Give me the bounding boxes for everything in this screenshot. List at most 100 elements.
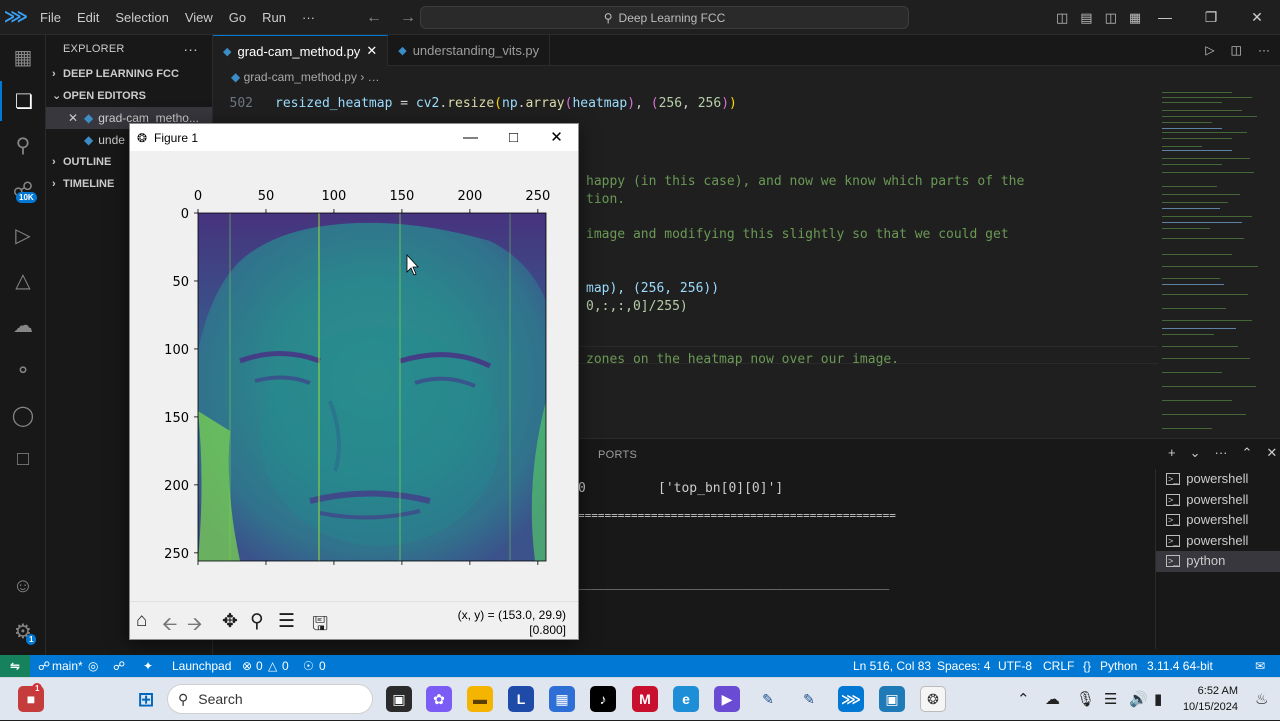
ports-count[interactable]: 0	[319, 655, 326, 677]
pen-app-2-icon[interactable]: ✎	[796, 686, 822, 712]
launchpad-button[interactable]: Launchpad	[172, 655, 231, 677]
notification-bell-icon[interactable]: ♨	[1255, 678, 1268, 721]
tab-grad-cam-method[interactable]: ◆ grad-cam_method.py ✕	[213, 35, 389, 66]
close-icon[interactable]: ✕	[1234, 0, 1280, 35]
minimap[interactable]	[1158, 88, 1280, 438]
matplotlib-taskbar-icon[interactable]: ❂	[920, 686, 946, 712]
customize-layout-icon[interactable]: ▦	[1129, 0, 1141, 35]
cursor-position[interactable]: Ln 516, Col 83	[853, 655, 931, 677]
run-debug-icon[interactable]: ▷	[0, 215, 46, 255]
python-interpreter[interactable]: 3.11.4 64-bit	[1147, 655, 1213, 677]
command-center-search[interactable]: ⚲ Deep Learning FCC	[420, 6, 909, 29]
maximize-icon[interactable]: □	[492, 124, 535, 151]
warning-count[interactable]: 0	[282, 655, 289, 677]
microphone-icon[interactable]: 🎙	[1076, 678, 1095, 721]
store-icon[interactable]: ▦	[549, 686, 575, 712]
menu-file[interactable]: File	[32, 0, 69, 35]
notifications-icon[interactable]: ✉	[1255, 655, 1265, 677]
back-arrow-icon[interactable]: ←	[366, 0, 382, 35]
heatmap-plot[interactable]: 0 50 100 150 200 250 0 50 100 150 200 250	[130, 151, 578, 601]
error-count[interactable]: 0	[256, 655, 263, 677]
remote-indicator-icon[interactable]: ⇋	[0, 655, 30, 677]
more-actions-icon[interactable]: ···	[183, 35, 198, 63]
end-of-line[interactable]: CRLF	[1043, 655, 1074, 677]
battery-icon[interactable]: ▮	[1154, 678, 1162, 721]
tiktok-icon[interactable]: ♪	[590, 686, 616, 712]
system-clock[interactable]: 6:52 AM 10/15/2024	[1183, 683, 1238, 715]
onedrive-icon[interactable]: ☁	[1045, 678, 1060, 721]
minimize-icon[interactable]: —	[1142, 0, 1188, 35]
close-tab-icon[interactable]: ✕	[366, 43, 377, 59]
menu-go[interactable]: Go	[221, 0, 254, 35]
save-icon[interactable]: 🖫	[312, 610, 328, 642]
clipchamp-icon[interactable]: ▶	[714, 686, 740, 712]
breadcrumb-symbol[interactable]: › …	[360, 70, 379, 84]
language-mode[interactable]: Python	[1100, 655, 1137, 677]
menu-more[interactable]: ···	[294, 0, 323, 35]
menu-selection[interactable]: Selection	[107, 0, 176, 35]
git-graph-status-icon[interactable]: ☍	[113, 655, 125, 677]
section-open-editors[interactable]: ⌄ OPEN EDITORS	[46, 85, 212, 107]
indentation[interactable]: Spaces: 4	[937, 655, 990, 677]
restore-icon[interactable]: ❐	[1188, 0, 1234, 35]
section-project[interactable]: › DEEP LEARNING FCC	[46, 63, 212, 85]
git-graph-icon[interactable]: ⚬	[0, 350, 46, 390]
tab-understanding-vits[interactable]: ◆ understanding_vits.py	[388, 35, 551, 66]
file-encoding[interactable]: UTF-8	[998, 655, 1032, 677]
remote-explorer-icon[interactable]: ◯	[0, 395, 46, 435]
toggle-secondary-sidebar-icon[interactable]: ◫	[1105, 0, 1117, 35]
windows-start-icon[interactable]: ⊞	[133, 686, 159, 712]
configure-subplots-icon[interactable]: ☰	[278, 610, 295, 633]
terminal-item-python[interactable]: >_ python	[1156, 551, 1280, 572]
forward-icon[interactable]: 🡪	[187, 610, 202, 642]
figure-title-bar[interactable]: ❂ Figure 1 — □ ✕	[130, 124, 578, 151]
source-control-icon[interactable]: ☍	[0, 169, 46, 209]
menu-run[interactable]: Run	[254, 0, 294, 35]
close-icon[interactable]: ✕	[535, 124, 578, 151]
account-icon[interactable]: ☺	[0, 566, 46, 606]
pen-app-icon[interactable]: ✎	[755, 686, 781, 712]
forward-arrow-icon[interactable]: →	[400, 0, 416, 35]
edge-icon[interactable]: e	[673, 686, 699, 712]
task-view-icon[interactable]: ▣	[386, 686, 412, 712]
split-editor-icon[interactable]: ◫	[1231, 35, 1242, 66]
maximize-panel-icon[interactable]: ⌃	[1242, 445, 1253, 461]
toggle-panel-icon[interactable]: ▤	[1080, 0, 1092, 35]
git-branch[interactable]: main*	[52, 655, 83, 677]
breadcrumb-file[interactable]: grad-cam_method.py	[244, 70, 357, 84]
new-terminal-icon[interactable]: +	[1168, 445, 1176, 461]
search-icon[interactable]: ⚲	[0, 125, 46, 165]
screen-app-icon[interactable]: ▣	[879, 686, 905, 712]
run-python-icon[interactable]: ▷	[1205, 35, 1214, 66]
settings-gear-icon[interactable]: ⚙	[0, 611, 46, 651]
minimize-icon[interactable]: —	[449, 124, 492, 151]
terminal-item-powershell[interactable]: >_ powershell	[1156, 469, 1280, 490]
explorer-icon[interactable]: ❏	[0, 81, 46, 121]
toggle-sidebar-icon[interactable]: ◫	[1056, 0, 1068, 35]
wifi-icon[interactable]: ☰	[1104, 678, 1117, 721]
menu-edit[interactable]: Edit	[69, 0, 107, 35]
close-editor-icon[interactable]: ✕	[68, 107, 84, 129]
copilot-icon[interactable]: ✿	[426, 686, 452, 712]
terminal-item-powershell[interactable]: >_ powershell	[1156, 510, 1280, 531]
back-icon[interactable]: 🡨	[162, 610, 177, 642]
chevron-up-icon[interactable]: ⌃	[1017, 678, 1030, 721]
tab-ports[interactable]: PORTS	[598, 449, 637, 461]
chevron-down-icon[interactable]: ⌄	[1190, 445, 1201, 461]
l-app-icon[interactable]: L	[508, 686, 534, 712]
home-icon[interactable]: ⌂	[136, 610, 147, 632]
vscode-taskbar-icon[interactable]: ⋙	[838, 686, 864, 712]
terminal-item-powershell[interactable]: >_ powershell	[1156, 531, 1280, 552]
more-actions-icon[interactable]: ···	[1258, 35, 1270, 66]
terminal-item-powershell[interactable]: >_ powershell	[1156, 490, 1280, 511]
docker-icon[interactable]: ☁	[0, 305, 46, 345]
file-explorer-icon[interactable]: ▬	[467, 686, 493, 712]
extensions-icon[interactable]: ▦	[0, 37, 46, 77]
figure-canvas[interactable]: 0 50 100 150 200 250 0 50 100 150 200 250	[130, 151, 578, 601]
taskbar-search[interactable]: ⚲ Search	[167, 684, 373, 714]
chat-icon[interactable]: □	[0, 439, 46, 479]
testing-icon[interactable]: △	[0, 260, 46, 300]
matplotlib-figure-window[interactable]: ❂ Figure 1 — □ ✕ 0 50 100 150 200 250 0 …	[129, 123, 579, 640]
menu-view[interactable]: View	[177, 0, 221, 35]
mcafee-icon[interactable]: M	[632, 686, 658, 712]
